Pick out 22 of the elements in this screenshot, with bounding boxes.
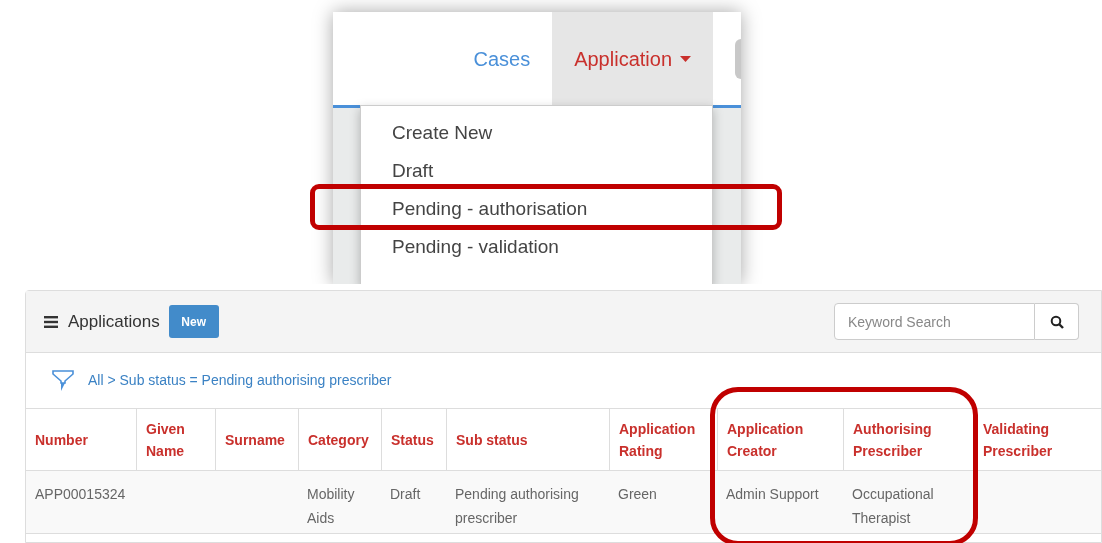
table-cell: APP00015324 [35,486,126,502]
new-button[interactable]: New [168,305,219,338]
menu-item[interactable]: Draft [361,152,712,190]
filter-icon[interactable] [52,368,74,393]
menu-item[interactable]: Create New [361,114,712,152]
table-cell: Green [618,486,657,502]
nav-tab[interactable]: Cases [451,12,553,105]
menu-icon[interactable] [44,315,58,328]
menu-item[interactable]: Pending - authorisation [361,190,712,228]
search-icon [1049,314,1064,329]
filter-breadcrumb[interactable]: All > Sub status = Pending authorising prescriber [88,370,392,391]
table-cell: Mobility Aids [307,486,355,526]
search-field[interactable]: Keyword Search [834,303,1035,340]
table-cell: Occupational Therapist [852,486,934,526]
search-button[interactable] [1035,303,1079,340]
menu-item[interactable]: Pending - validation [361,228,712,266]
table-cell: Pending authorising prescriber [455,486,579,526]
table-cell: Draft [390,486,421,502]
table-cell: Admin Support [726,486,819,502]
panel-title: Applications [68,310,160,333]
table-row[interactable] [26,471,1101,534]
nav-tab[interactable]: Application [552,12,713,105]
